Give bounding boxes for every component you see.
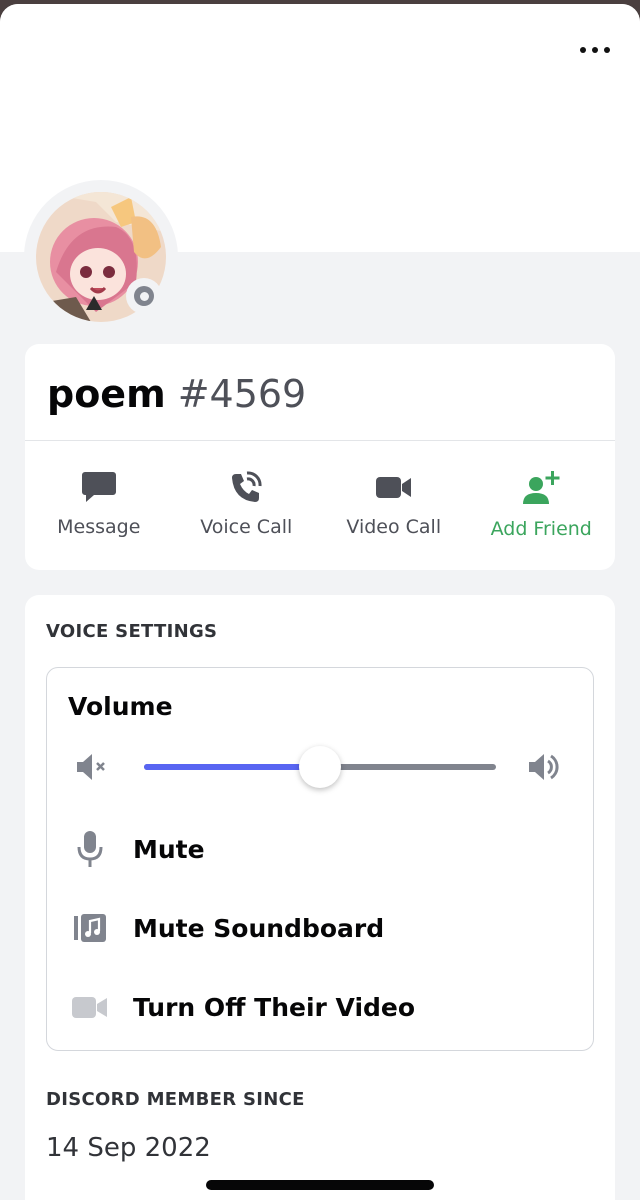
username-row: poem #4569	[47, 372, 306, 422]
video-call-button[interactable]: Video Call	[320, 456, 468, 556]
settings-card: VOICE SETTINGS Volume Mute Mute Soundboa…	[25, 595, 615, 1200]
add-friend-button[interactable]: Add Friend	[468, 456, 616, 556]
mute-label: Mute	[133, 834, 205, 864]
member-since-date: 14 Sep 2022	[46, 1133, 211, 1163]
volume-muted-icon	[77, 754, 105, 780]
volume-slider-fill	[144, 764, 320, 770]
more-options-button[interactable]	[580, 38, 610, 62]
username[interactable]: poem	[47, 372, 166, 416]
volume-high-icon	[529, 754, 559, 780]
avatar-frame	[24, 180, 178, 334]
divider	[25, 440, 615, 441]
turn-off-video-option[interactable]: Turn Off Their Video	[47, 982, 593, 1032]
more-dot	[592, 47, 598, 53]
volume-slider-row	[47, 746, 593, 788]
voice-settings-panel: Volume Mute Mute Soundboard Turn Off The…	[46, 667, 594, 1051]
mute-option[interactable]: Mute	[47, 824, 593, 874]
video-call-label: Video Call	[346, 516, 442, 538]
turn-off-video-label: Turn Off Their Video	[133, 992, 416, 1022]
video-camera-icon	[375, 477, 411, 498]
home-indicator	[206, 1180, 434, 1190]
mute-soundboard-label: Mute Soundboard	[133, 913, 385, 943]
voice-settings-heading: VOICE SETTINGS	[46, 621, 218, 642]
soundboard-icon	[47, 913, 133, 943]
message-button[interactable]: Message	[25, 456, 173, 556]
mute-soundboard-option[interactable]: Mute Soundboard	[47, 903, 593, 953]
voice-call-label: Voice Call	[200, 516, 293, 538]
offline-status-icon	[134, 286, 154, 306]
profile-sheet: poem #4569 Message Voice Call Video Call…	[0, 4, 640, 1200]
discriminator: #4569	[177, 372, 307, 416]
phone-call-icon	[232, 471, 262, 502]
message-label: Message	[57, 516, 141, 538]
volume-slider-thumb[interactable]	[299, 746, 341, 788]
member-since-heading: DISCORD MEMBER SINCE	[46, 1089, 305, 1110]
volume-label: Volume	[68, 692, 173, 721]
status-indicator	[126, 278, 162, 314]
more-dot	[580, 47, 586, 53]
profile-card: poem #4569 Message Voice Call Video Call…	[25, 344, 615, 570]
action-bar: Message Voice Call Video Call Add Friend	[25, 456, 615, 556]
add-friend-icon	[523, 471, 560, 504]
more-dot	[604, 47, 610, 53]
voice-call-button[interactable]: Voice Call	[173, 456, 321, 556]
volume-slider[interactable]	[144, 746, 496, 788]
message-icon	[81, 472, 116, 502]
microphone-icon	[47, 830, 133, 868]
add-friend-label: Add Friend	[490, 518, 592, 540]
video-off-icon	[47, 992, 133, 1022]
